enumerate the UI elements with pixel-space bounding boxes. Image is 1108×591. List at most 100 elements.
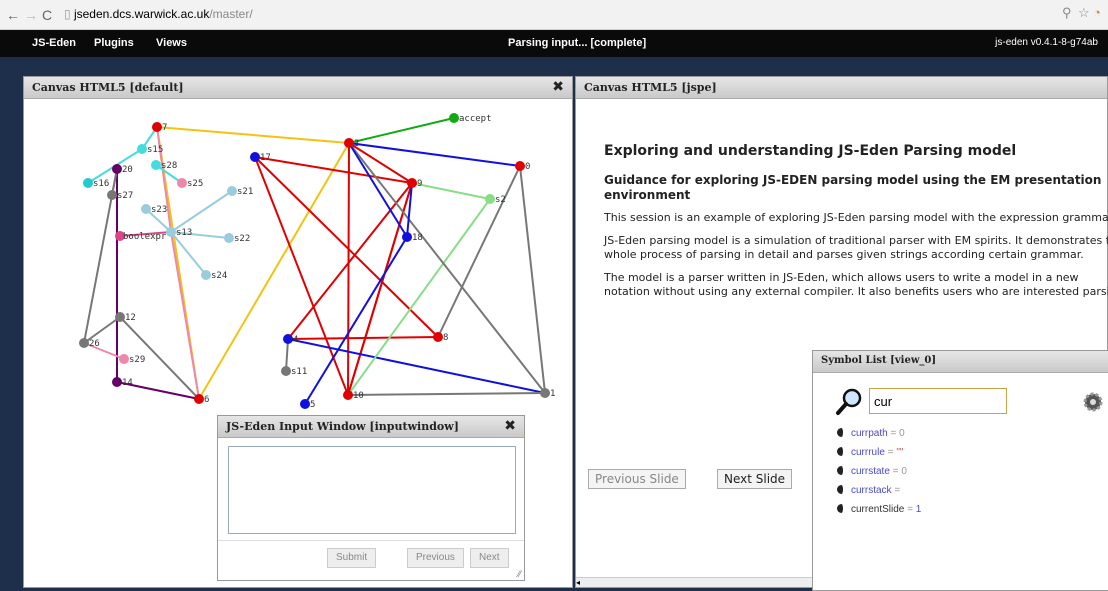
extension-icon[interactable]: ◔: [1093, 5, 1101, 20]
graph-node[interactable]: [485, 194, 495, 204]
symbol-moon-icon: [837, 466, 846, 475]
reload-icon[interactable]: C: [42, 7, 52, 23]
menu-jseden[interactable]: JS-Eden: [32, 37, 76, 49]
graph-node[interactable]: [540, 388, 550, 398]
symbol-moon-icon: [837, 504, 846, 513]
graph-node-label: s25: [187, 179, 203, 189]
graph-node[interactable]: [141, 204, 151, 214]
graph-node[interactable]: [281, 366, 291, 376]
graph-node[interactable]: [79, 338, 89, 348]
graph-node-label: s28: [161, 161, 177, 171]
previous-slide-button[interactable]: Previous Slide: [588, 469, 686, 489]
symbol-value: 0: [899, 428, 905, 439]
next-slide-button[interactable]: Next Slide: [717, 469, 793, 489]
graph-node[interactable]: [344, 138, 354, 148]
symbol-search-input[interactable]: [869, 388, 1007, 414]
graph-node[interactable]: [515, 161, 525, 171]
address-bar[interactable]: ▯ jseden.dcs.warwick.ac.uk/master/: [64, 5, 1064, 24]
graph-edge: [347, 392, 546, 396]
close-icon[interactable]: ✖: [504, 418, 516, 434]
menu-plugins[interactable]: Plugins: [94, 37, 134, 49]
graph-node-label: 10: [353, 391, 364, 401]
graph-node[interactable]: [152, 122, 162, 132]
graph-node[interactable]: [407, 178, 417, 188]
graph-node-label: 6: [204, 395, 209, 405]
graph-node-label: s27: [117, 191, 133, 201]
symbol-value: "": [896, 447, 904, 458]
close-icon[interactable]: ✖: [552, 79, 564, 95]
graph-node[interactable]: [250, 152, 260, 162]
graph-node[interactable]: [119, 354, 129, 364]
graph-node-label: 12: [125, 313, 136, 323]
graph-node[interactable]: [343, 390, 353, 400]
graph-node[interactable]: [224, 233, 234, 243]
symbol-item[interactable]: currentSlide = 1: [837, 503, 921, 517]
graph-node-label: 0: [525, 162, 530, 172]
page-icon: ▯: [64, 7, 74, 21]
symbol-item[interactable]: currrule = "": [837, 446, 903, 460]
graph-edge: [348, 142, 521, 167]
graph-node-label: 3: [354, 139, 359, 149]
scroll-left-icon[interactable]: ◂: [576, 578, 580, 587]
graph-node[interactable]: [402, 232, 412, 242]
input-window-titlebar[interactable]: JS-Eden Input Window [inputwindow] ✖: [218, 416, 524, 438]
canvas-default-titlebar[interactable]: Canvas HTML5 [default] ✖: [24, 77, 572, 99]
submit-button[interactable]: Submit: [327, 548, 377, 568]
graph-edge: [156, 126, 172, 233]
symbol-list-titlebar[interactable]: Symbol List [view_0]: [813, 351, 1108, 373]
graph-node-label: 1: [550, 389, 555, 399]
menu-views[interactable]: Views: [156, 37, 187, 49]
graph-node[interactable]: [227, 186, 237, 196]
graph-node[interactable]: [151, 160, 161, 170]
graph-edge: [156, 126, 350, 144]
window-title: JS-Eden Input Window [inputwindow]: [226, 420, 459, 433]
symbol-item[interactable]: currstack =: [837, 484, 900, 498]
graph-node[interactable]: [300, 399, 310, 409]
graph-edge: [287, 336, 439, 340]
horizontal-scrollbar[interactable]: ◂: [576, 577, 816, 587]
graph-node[interactable]: [115, 312, 125, 322]
window-title: Symbol List [view_0]: [821, 355, 937, 366]
star-icon[interactable]: ☆: [1078, 5, 1090, 21]
symbol-item[interactable]: currstate = 0: [837, 465, 907, 479]
slide-heading: Exploring and understanding JS-Eden Pars…: [604, 143, 1017, 159]
symbol-equals: =: [904, 504, 916, 515]
back-arrow-icon[interactable]: ←: [6, 7, 20, 23]
resize-grip-icon[interactable]: ⁄⁄: [518, 569, 521, 579]
graph-node[interactable]: [83, 178, 93, 188]
next-button[interactable]: Next: [470, 548, 509, 568]
graph-node[interactable]: [112, 377, 122, 387]
graph-node-label: s29: [129, 355, 145, 365]
gear-icon[interactable]: [1078, 389, 1104, 413]
graph-node[interactable]: [449, 113, 459, 123]
graph-node[interactable]: [112, 164, 122, 174]
graph-node-label: s2: [495, 195, 506, 205]
graph-edge: [348, 142, 546, 394]
url-path: /master/: [209, 7, 253, 21]
graph-node[interactable]: [107, 190, 117, 200]
graph-node[interactable]: [137, 144, 147, 154]
previous-button[interactable]: Previous: [407, 548, 464, 568]
graph-node[interactable]: [201, 270, 211, 280]
graph-node[interactable]: [177, 178, 187, 188]
graph-node-label: s23: [151, 205, 167, 215]
graph-node-label: boolexpr: [123, 232, 167, 242]
graph-node-label: 18: [412, 233, 423, 243]
canvas-jspe-titlebar[interactable]: Canvas HTML5 [jspe]: [576, 77, 1107, 99]
graph-node[interactable]: [283, 334, 293, 344]
forward-arrow-icon[interactable]: →: [24, 7, 38, 23]
symbol-item[interactable]: currpath = 0: [837, 427, 905, 441]
graph-edge: [519, 165, 546, 394]
graph-node[interactable]: [166, 227, 176, 237]
slide-subheading: Guidance for exploring JS-EDEN parsing m…: [604, 173, 1102, 202]
input-window: JS-Eden Input Window [inputwindow] ✖ Sub…: [217, 415, 525, 581]
symbol-name: currpath: [851, 428, 888, 439]
graph-node[interactable]: [194, 394, 204, 404]
graph-node[interactable]: [433, 332, 443, 342]
symbol-equals: =: [889, 466, 902, 477]
zoom-icon[interactable]: ⚲: [1062, 5, 1072, 21]
input-textarea[interactable]: [228, 446, 516, 534]
graph-edge: [304, 236, 408, 405]
symbol-name: currstack: [851, 485, 892, 496]
graph-node-label: s21: [237, 187, 253, 197]
